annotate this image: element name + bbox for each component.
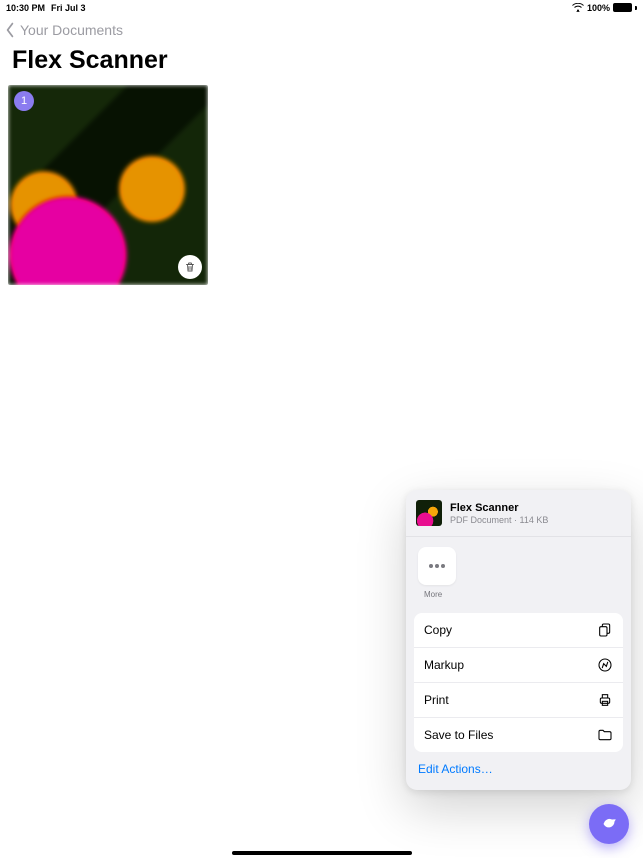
wifi-icon bbox=[572, 3, 584, 12]
print-icon bbox=[597, 692, 613, 708]
more-icon bbox=[429, 564, 445, 568]
share-doc-title: Flex Scanner bbox=[450, 502, 548, 514]
more-apps-button[interactable] bbox=[418, 547, 456, 585]
thumbnail-image bbox=[8, 85, 208, 285]
page-title: Flex Scanner bbox=[0, 38, 643, 81]
chevron-left-icon bbox=[4, 22, 16, 38]
share-doc-subtitle: PDF Document · 114 KB bbox=[450, 515, 548, 525]
document-thumbnail[interactable]: 1 bbox=[8, 85, 208, 285]
share-action-list: Copy Markup Print Save to Files bbox=[414, 613, 623, 752]
action-markup[interactable]: Markup bbox=[414, 648, 623, 683]
markup-icon bbox=[597, 657, 613, 673]
more-apps-label: More bbox=[418, 590, 619, 599]
home-indicator[interactable] bbox=[232, 851, 412, 855]
action-print-label: Print bbox=[424, 693, 449, 707]
delete-button[interactable] bbox=[178, 255, 202, 279]
status-time: 10:30 PM bbox=[6, 3, 45, 13]
status-date: Fri Jul 3 bbox=[51, 3, 86, 13]
share-icon bbox=[601, 816, 618, 833]
action-save-files[interactable]: Save to Files bbox=[414, 718, 623, 752]
action-copy[interactable]: Copy bbox=[414, 613, 623, 648]
action-print[interactable]: Print bbox=[414, 683, 623, 718]
trash-icon bbox=[184, 261, 196, 273]
share-sheet: Flex Scanner PDF Document · 114 KB More … bbox=[406, 490, 631, 790]
copy-icon bbox=[597, 622, 613, 638]
share-thumb bbox=[416, 500, 442, 526]
action-copy-label: Copy bbox=[424, 623, 452, 637]
folder-icon bbox=[597, 727, 613, 743]
share-header: Flex Scanner PDF Document · 114 KB bbox=[406, 490, 631, 537]
battery-percent: 100% bbox=[587, 3, 610, 13]
status-bar: 10:30 PM Fri Jul 3 100% bbox=[0, 0, 643, 14]
edit-actions-button[interactable]: Edit Actions… bbox=[406, 752, 631, 790]
action-markup-label: Markup bbox=[424, 658, 464, 672]
back-button[interactable]: Your Documents bbox=[0, 14, 643, 38]
battery-icon bbox=[613, 3, 632, 12]
page-count-badge: 1 bbox=[14, 91, 34, 111]
share-fab[interactable] bbox=[589, 804, 629, 844]
action-save-label: Save to Files bbox=[424, 728, 493, 742]
back-label: Your Documents bbox=[20, 22, 123, 38]
